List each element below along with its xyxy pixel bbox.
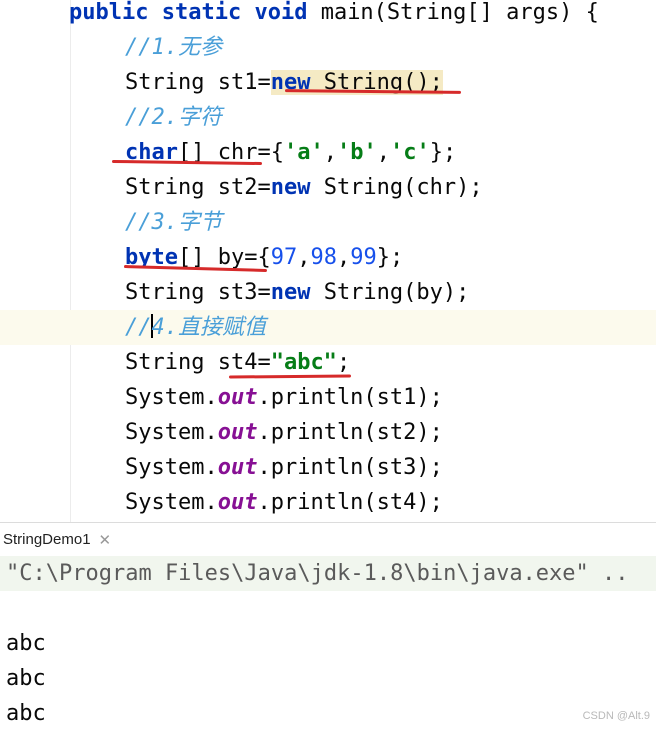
run-tab-stringdemo1[interactable]: StringDemo1 ✕ (0, 523, 117, 556)
code-text: String st3= (125, 280, 271, 305)
keyword: public (69, 0, 149, 25)
watermark: CSDN @Alt.9 (582, 710, 650, 722)
tab-label: StringDemo1 (3, 531, 91, 548)
indent-guide (70, 0, 71, 522)
static-field: out (217, 420, 258, 445)
code-text: }; (429, 140, 457, 165)
code-line-comment-3[interactable]: //3.字节 (125, 205, 222, 240)
char-literal: 'b' (336, 140, 377, 165)
code-text: String st2= (125, 175, 271, 200)
code-text: String(chr); (310, 175, 483, 200)
keyword: static (161, 0, 242, 25)
code-text: .println(st4); (257, 490, 443, 515)
code-line-print-4[interactable]: System.out.println(st4); (125, 485, 443, 520)
comment: // (125, 315, 152, 340)
close-icon[interactable]: ✕ (99, 531, 112, 549)
code-text: .println(st2); (257, 420, 443, 445)
code-text: String st4= (125, 350, 271, 375)
code-line-st2[interactable]: String st2=new String(chr); (125, 170, 483, 205)
static-field: out (217, 490, 258, 515)
code-editor[interactable]: public static void main(String[] args) {… (0, 0, 656, 522)
console-output-line: abc (6, 701, 46, 726)
char-literal: 'c' (389, 140, 430, 165)
code-text: System. (125, 490, 218, 515)
code-line-st3[interactable]: String st3=new String(by); (125, 275, 469, 310)
keyword: void (254, 0, 308, 25)
code-text: .println(st3); (257, 455, 443, 480)
code-line-st1[interactable]: String st1=new String(); (125, 65, 443, 100)
keyword: new (270, 280, 311, 305)
number-literal: 98 (310, 245, 337, 270)
current-line-highlight (0, 310, 656, 345)
console-output-line: abc (6, 631, 46, 656)
code-line-print-3[interactable]: System.out.println(st3); (125, 450, 443, 485)
run-console[interactable]: "C:\Program Files\Java\jdk-1.8\bin\java.… (0, 556, 656, 728)
code-text: .println(st1); (257, 385, 443, 410)
comment: //2.字符 (125, 105, 222, 130)
comment: //3.字节 (125, 210, 222, 235)
string-literal: "abc" (270, 350, 337, 375)
code-line-comment-4[interactable]: //4.直接赋值 (125, 310, 266, 345)
char-literal: 'a' (283, 140, 324, 165)
code-text: main(String[] args) { (307, 0, 599, 25)
console-command: "C:\Program Files\Java\jdk-1.8\bin\java.… (6, 561, 629, 586)
run-tool-window-tabs: StringDemo1 ✕ (0, 522, 656, 557)
keyword: new (270, 175, 311, 200)
code-text: , (297, 245, 311, 270)
code-text: System. (125, 455, 218, 480)
console-output-line: abc (6, 666, 46, 691)
comment: 4.直接赋值 (151, 315, 267, 340)
comment: //1.无参 (125, 35, 222, 60)
code-text: System. (125, 420, 218, 445)
code-text: System. (125, 385, 218, 410)
code-text: }; (376, 245, 404, 270)
code-line-comment-2[interactable]: //2.字符 (125, 100, 222, 135)
static-field: out (217, 385, 258, 410)
code-text: , (376, 140, 390, 165)
number-literal: 99 (350, 245, 377, 270)
code-text: ; (336, 350, 351, 375)
code-line-print-2[interactable]: System.out.println(st2); (125, 415, 443, 450)
code-line-main[interactable]: public static void main(String[] args) { (69, 0, 599, 30)
code-text: , (336, 245, 351, 270)
code-line-comment-1[interactable]: //1.无参 (125, 30, 222, 65)
code-text: String st1= (125, 70, 271, 95)
static-field: out (217, 455, 258, 480)
code-text: String(by); (310, 280, 470, 305)
code-text: , (323, 140, 337, 165)
code-line-chr[interactable]: char[] chr={'a','b','c'}; (125, 135, 456, 170)
number-literal: 97 (270, 245, 298, 270)
code-line-print-1[interactable]: System.out.println(st1); (125, 380, 443, 415)
